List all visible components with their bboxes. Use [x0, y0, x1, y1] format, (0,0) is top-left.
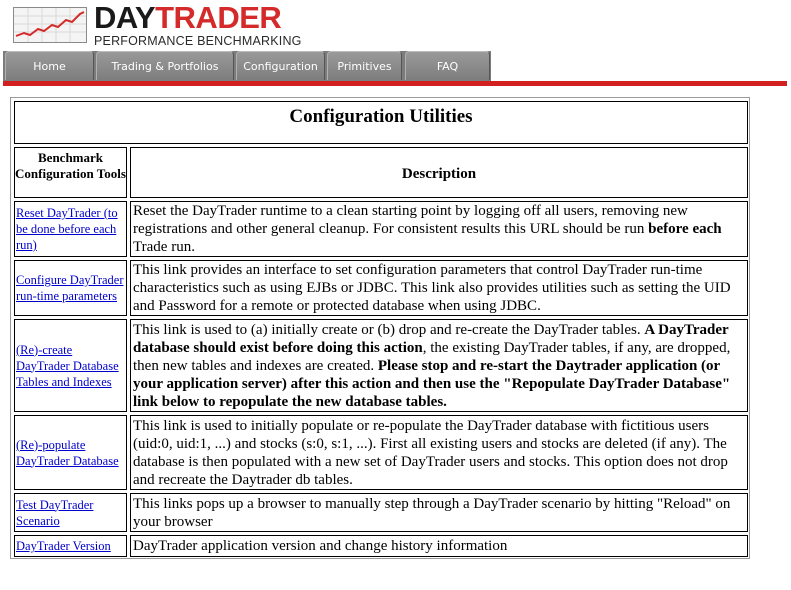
table-row-description: Reset the DayTrader runtime to a clean s… — [130, 201, 748, 257]
logo-subtitle: PERFORMANCE BENCHMARKING — [94, 34, 302, 48]
desc-bold: before each — [648, 221, 722, 237]
configure-runtime-link[interactable]: Configure DayTrader run-time parameters — [16, 272, 125, 304]
table-row-link-cell: Reset DayTrader (to be done before each … — [14, 201, 127, 257]
stock-chart-icon — [13, 7, 87, 43]
column-header-tools: Benchmark Configuration Tools — [14, 147, 127, 198]
reset-description: Reset the DayTrader runtime to a clean s… — [133, 202, 745, 256]
page-title: Configuration Utilities — [14, 101, 748, 144]
tab-trading-portfolios[interactable]: Trading & Portfolios — [96, 51, 234, 80]
table-row-description: This link is used to initially populate … — [130, 415, 748, 490]
logo-title-trader: TRADER — [155, 0, 282, 35]
version-description: DayTrader application version and change… — [133, 538, 508, 554]
table-row-description: This link is used to (a) initially creat… — [130, 319, 748, 412]
recreate-tables-link[interactable]: (Re)-create DayTrader Database Tables an… — [16, 342, 125, 390]
table-row-link-cell: (Re)-populate DayTrader Database — [14, 415, 127, 490]
repopulate-database-link[interactable]: (Re)-populate DayTrader Database — [16, 437, 125, 469]
logo-title-day: DAY — [94, 0, 156, 35]
table-row-link-cell: Test DayTrader Scenario — [14, 493, 127, 532]
table-row-description: This links pops up a browser to manually… — [130, 493, 748, 532]
logo: DAYTRADER PERFORMANCE BENCHMARKING — [94, 2, 302, 48]
main-nav: Home Trading & Portfolios Configuration … — [0, 51, 791, 87]
table-row-link-cell: Configure DayTrader run-time parameters — [14, 260, 127, 316]
config-table: Configuration Utilities Benchmark Config… — [10, 97, 750, 559]
configure-description: This link provides an interface to set c… — [133, 262, 731, 314]
desc-text: Trade run. — [133, 239, 195, 255]
test-scenario-description: This links pops up a browser to manually… — [133, 495, 731, 530]
logo-title: DAYTRADER — [94, 2, 302, 33]
table-row-description: DayTrader application version and change… — [130, 535, 748, 557]
table-row-description: This link provides an interface to set c… — [130, 260, 748, 316]
nav-divider — [3, 81, 787, 86]
tab-faq[interactable]: FAQ — [405, 51, 490, 80]
daytrader-version-link[interactable]: DayTrader Version — [16, 538, 111, 554]
desc-text: This link is used to (a) initially creat… — [133, 321, 645, 338]
reset-daytrader-link[interactable]: Reset DayTrader (to be done before each … — [16, 205, 125, 253]
column-header-description: Description — [130, 147, 748, 198]
tab-home[interactable]: Home — [5, 51, 94, 80]
test-scenario-link[interactable]: Test DayTrader Scenario — [16, 497, 125, 529]
desc-text: Reset the DayTrader runtime to a clean s… — [133, 203, 688, 237]
tab-primitives[interactable]: Primitives — [327, 51, 402, 80]
page-header: DAYTRADER PERFORMANCE BENCHMARKING — [0, 0, 791, 50]
table-row-link-cell: (Re)-create DayTrader Database Tables an… — [14, 319, 127, 412]
recreate-description: This link is used to (a) initially creat… — [133, 321, 745, 411]
table-row-link-cell: DayTrader Version — [14, 535, 127, 557]
repopulate-description: This link is used to initially populate … — [133, 417, 728, 488]
tab-configuration[interactable]: Configuration — [236, 51, 325, 80]
